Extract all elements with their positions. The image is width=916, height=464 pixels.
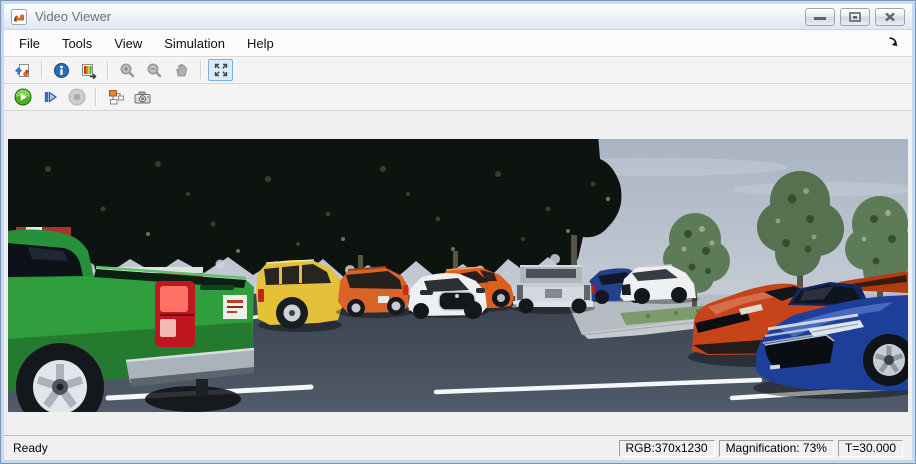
step-forward-button[interactable] bbox=[37, 86, 62, 108]
status-message: Ready bbox=[13, 441, 48, 455]
close-button[interactable] bbox=[875, 7, 905, 26]
status-time-panel: T=30.000 bbox=[837, 439, 903, 457]
zoom-in-button[interactable] bbox=[115, 59, 140, 81]
zoom-out-icon bbox=[147, 63, 162, 77]
menu-tools[interactable]: Tools bbox=[51, 32, 103, 55]
title-bar: Video Viewer bbox=[4, 4, 912, 30]
toolbar-separator bbox=[200, 61, 202, 79]
zoom-in-icon bbox=[120, 63, 135, 77]
info-icon bbox=[54, 62, 69, 78]
simulink-block-icon bbox=[108, 90, 124, 105]
maintain-fit-to-window-button[interactable] bbox=[208, 59, 233, 81]
menu-bar: File Tools View Simulation Help bbox=[4, 30, 912, 57]
status-rgb-panel: RGB:370x1230 bbox=[618, 439, 715, 457]
video-viewer-window: Video Viewer File Tools View Simulation … bbox=[0, 0, 916, 464]
toolbar-separator bbox=[41, 61, 43, 79]
yellow-suv bbox=[256, 259, 342, 332]
stop-button[interactable] bbox=[64, 86, 89, 108]
step-forward-icon bbox=[44, 91, 57, 103]
toolbar-separator bbox=[107, 61, 109, 79]
fit-to-window-icon bbox=[214, 63, 227, 77]
menu-view[interactable]: View bbox=[103, 32, 153, 55]
play-icon bbox=[14, 88, 31, 106]
play-button[interactable] bbox=[10, 86, 35, 108]
minimize-button[interactable] bbox=[805, 7, 835, 26]
dock-arrow-icon[interactable] bbox=[887, 36, 900, 52]
toolbar-separator bbox=[95, 88, 97, 106]
window-content: Video Viewer File Tools View Simulation … bbox=[4, 4, 912, 460]
colormap-settings-button[interactable] bbox=[76, 59, 101, 81]
menu-file[interactable]: File bbox=[8, 32, 51, 55]
window-controls bbox=[805, 7, 905, 26]
restore-button[interactable] bbox=[840, 7, 870, 26]
window-title: Video Viewer bbox=[35, 9, 112, 24]
highlight-simulink-signal-button[interactable] bbox=[103, 86, 128, 108]
camera-icon bbox=[134, 91, 151, 103]
status-bar: Ready RGB:370x1230 Magnification: 73% T=… bbox=[4, 435, 912, 460]
pan-hand-icon bbox=[176, 63, 187, 76]
export-image-button[interactable] bbox=[10, 59, 35, 81]
menu-help[interactable]: Help bbox=[236, 32, 285, 55]
colormap-icon bbox=[82, 63, 97, 79]
restore-icon bbox=[849, 11, 861, 22]
status-magnification-panel: Magnification: 73% bbox=[718, 439, 834, 457]
toolbar-main bbox=[4, 57, 912, 84]
figure-area bbox=[4, 111, 912, 435]
snapshot-button[interactable] bbox=[130, 86, 155, 108]
export-image-icon bbox=[15, 63, 29, 77]
menu-simulation[interactable]: Simulation bbox=[153, 32, 236, 55]
minimize-icon bbox=[814, 16, 826, 20]
matlab-logo-icon bbox=[11, 8, 27, 25]
video-display bbox=[8, 139, 908, 412]
toolbar-playback bbox=[4, 84, 912, 111]
video-information-button[interactable] bbox=[49, 59, 74, 81]
pan-button[interactable] bbox=[169, 59, 194, 81]
stop-icon bbox=[68, 88, 85, 106]
zoom-out-button[interactable] bbox=[142, 59, 167, 81]
close-icon bbox=[885, 12, 895, 21]
